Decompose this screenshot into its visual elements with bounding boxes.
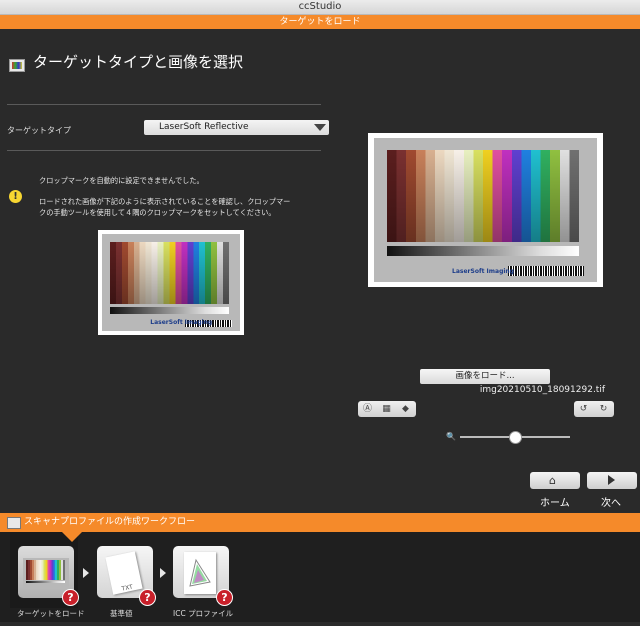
tag-icon[interactable]: ◆ bbox=[399, 403, 412, 415]
section-header: ターゲットをロード bbox=[0, 15, 640, 29]
step-help-badge[interactable]: ? bbox=[62, 589, 79, 606]
txt-file-icon: TXT bbox=[105, 551, 143, 595]
next-button[interactable] bbox=[587, 472, 637, 489]
window-title: ccStudio bbox=[298, 1, 342, 12]
zoom-icon: 🔍 bbox=[446, 432, 456, 441]
image-filename: img20210510_18091292.tif bbox=[479, 385, 605, 395]
rotate-tool-group: ↺ ↻ bbox=[574, 401, 614, 417]
step-label-icc-profile: ICC プロファイル bbox=[173, 609, 234, 618]
workflow-title: スキャナプロファイルの作成ワークフロー bbox=[24, 517, 196, 527]
rotate-right-icon[interactable]: ↻ bbox=[597, 403, 610, 415]
target-image-icon bbox=[9, 59, 25, 72]
workflow-area bbox=[0, 532, 640, 622]
target-type-select[interactable]: LaserSoft Reflective bbox=[144, 120, 329, 135]
home-button[interactable]: ⌂ bbox=[530, 472, 580, 489]
warning-icon: ! bbox=[9, 190, 22, 203]
divider bbox=[7, 104, 321, 105]
zoom-slider-knob[interactable] bbox=[509, 431, 522, 444]
active-step-pointer bbox=[62, 532, 82, 542]
step-help-badge[interactable]: ? bbox=[139, 589, 156, 606]
message-line-2: ロードされた画像が下記のように表示されていることを確認し、クロップマー bbox=[39, 197, 291, 206]
step-label-reference: 基準値 bbox=[110, 609, 133, 618]
target-type-label: ターゲットタイプ bbox=[7, 126, 71, 135]
step-arrow-icon bbox=[160, 568, 166, 578]
workflow-header: スキャナプロファイルの作成ワークフロー bbox=[0, 513, 640, 532]
target-type-value: LaserSoft Reflective bbox=[159, 122, 249, 132]
icc-profile-icon bbox=[184, 552, 216, 594]
loaded-image-preview[interactable]: LaserSoft Imaging bbox=[368, 133, 603, 287]
workflow-icon bbox=[7, 517, 21, 529]
load-image-button[interactable]: 画像をロード... bbox=[420, 369, 550, 384]
chevron-down-icon bbox=[314, 124, 326, 131]
home-icon: ⌂ bbox=[549, 474, 556, 487]
message-line-1: クロップマークを自動的に設定できませんでした。 bbox=[39, 176, 204, 185]
rotate-left-icon[interactable]: ↺ bbox=[577, 403, 590, 415]
next-label: 次へ bbox=[601, 498, 621, 509]
grid-icon[interactable]: ▦ bbox=[380, 403, 393, 415]
divider bbox=[7, 150, 321, 151]
crop-icon[interactable]: Ⓐ bbox=[361, 403, 374, 415]
main-panel: ターゲットタイプと画像を選択 ターゲットタイプ LaserSoft Reflec… bbox=[0, 29, 640, 512]
message-line-3: クの手動ツールを使用して４隅のクロップマークをセットしてください。 bbox=[39, 208, 276, 217]
section-title: ターゲットをロード bbox=[279, 17, 361, 27]
window-titlebar: ccStudio bbox=[0, 0, 640, 15]
home-label: ホーム bbox=[540, 498, 570, 509]
step-help-badge[interactable]: ? bbox=[216, 589, 233, 606]
step-label-load-target: ターゲットをロード bbox=[17, 609, 85, 618]
crop-tool-group: Ⓐ ▦ ◆ bbox=[358, 401, 416, 417]
example-target-thumbnail: LaserSoft Imaging bbox=[98, 230, 244, 335]
step-arrow-icon bbox=[83, 568, 89, 578]
next-arrow-icon bbox=[608, 475, 615, 485]
page-title: ターゲットタイプと画像を選択 bbox=[33, 53, 244, 71]
